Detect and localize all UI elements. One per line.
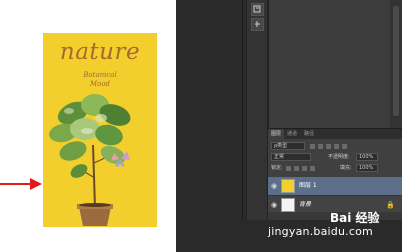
watermark-url: jingyan.baidu.com (268, 225, 373, 238)
baidu-jingyan-logo: Bai 经验 (330, 211, 380, 225)
blend-row: 正常 不透明度: 100% (268, 152, 402, 162)
panel-divider (242, 0, 243, 252)
layer-thumbnail (281, 179, 295, 193)
tab-layers[interactable]: 图层 (268, 129, 285, 139)
lock-transparency-icon[interactable] (286, 166, 291, 171)
actions-panel-icon[interactable] (251, 18, 264, 31)
filter-kind-select[interactable]: ρ类型 (271, 142, 305, 150)
history-panel-icon[interactable] (251, 3, 264, 16)
layer-thumbnail (281, 198, 295, 212)
tab-channels[interactable]: 通道 (284, 129, 300, 139)
collapsed-panel-strip (246, 0, 268, 252)
panel-scrollbar[interactable] (390, 0, 402, 128)
potted-plant-illustration (49, 94, 131, 226)
filter-type-icon[interactable] (326, 144, 331, 149)
lock-label: 锁定: (271, 165, 283, 171)
visibility-eye-icon[interactable]: ◉ (271, 182, 277, 190)
filter-adjustment-icon[interactable] (318, 144, 323, 149)
lock-icon: 🔒 (386, 201, 395, 209)
blend-mode-select[interactable]: 正常 (271, 153, 311, 161)
opacity-input[interactable]: 100% (356, 153, 378, 161)
lock-row: 锁定: 填充: 100% (268, 163, 402, 173)
panel-tabs: 图层 通道 路径 (268, 129, 402, 139)
lock-all-icon[interactable] (310, 166, 315, 171)
layer-name[interactable]: 图层 1 (299, 182, 317, 190)
filter-shape-icon[interactable] (334, 144, 339, 149)
layer-row-selected[interactable]: ◉ 图层 1 (268, 177, 402, 195)
lock-pixels-icon[interactable] (294, 166, 299, 171)
visibility-eye-icon[interactable]: ◉ (271, 201, 277, 209)
filter-pixel-icon[interactable] (310, 144, 315, 149)
opacity-label: 不透明度: (328, 154, 350, 160)
fill-label: 填充: (340, 165, 352, 171)
poster-title: nature (59, 39, 141, 65)
tab-paths[interactable]: 路径 (301, 129, 317, 139)
filter-row: ρ类型 (268, 141, 402, 151)
layer-name[interactable]: 背景 (299, 201, 311, 209)
fill-input[interactable]: 100% (356, 164, 378, 172)
document-canvas[interactable]: nature Botanical Mood (0, 0, 176, 252)
scrollbar-thumb[interactable] (393, 6, 399, 116)
poster-subtitle-line1: Botanical (83, 71, 117, 79)
layers-panel: 图层 通道 路径 ρ类型 正常 不透明度: 100% 锁定: 填充: 100% … (268, 128, 402, 213)
filter-smart-object-icon[interactable] (342, 144, 347, 149)
lock-position-icon[interactable] (302, 166, 307, 171)
red-arrow-icon (0, 178, 42, 190)
upper-panel (268, 0, 402, 128)
poster-artwork: nature Botanical Mood (43, 33, 157, 227)
